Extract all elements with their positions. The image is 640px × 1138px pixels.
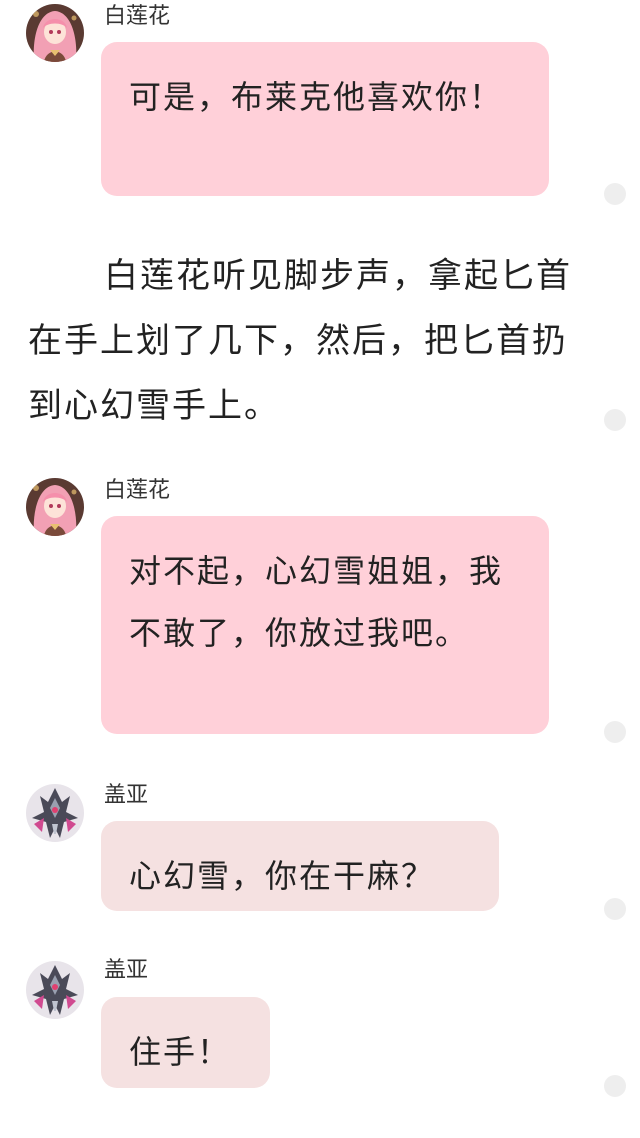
sender-name: 白莲花	[104, 478, 171, 503]
status-dot	[604, 183, 626, 205]
narration-paragraph: 白莲花听见脚步声，拿起匕首在手上划了几下，然后，把匕首扔到心幻雪手上。	[28, 256, 572, 426]
message-bubble[interactable]: 心幻雪，你在干麻？	[101, 821, 499, 911]
status-dot	[604, 409, 626, 431]
sender-name: 白莲花	[104, 4, 171, 29]
armored-robot-avatar-icon[interactable]	[26, 961, 84, 1019]
sender-name: 盖亚	[104, 958, 149, 983]
status-dot	[604, 1075, 626, 1097]
message-bubble[interactable]: 住手！	[101, 997, 270, 1088]
status-dot	[604, 898, 626, 920]
armored-robot-avatar-icon[interactable]	[26, 784, 84, 842]
pink-hair-girl-avatar-icon[interactable]	[26, 478, 84, 536]
message-bubble[interactable]: 可是，布莱克他喜欢你！	[101, 42, 549, 196]
sender-name: 盖亚	[104, 783, 149, 808]
status-dot	[604, 721, 626, 743]
pink-hair-girl-avatar-icon[interactable]	[26, 4, 84, 62]
message-bubble[interactable]: 对不起，心幻雪姐姐，我不敢了，你放过我吧。	[101, 516, 549, 734]
